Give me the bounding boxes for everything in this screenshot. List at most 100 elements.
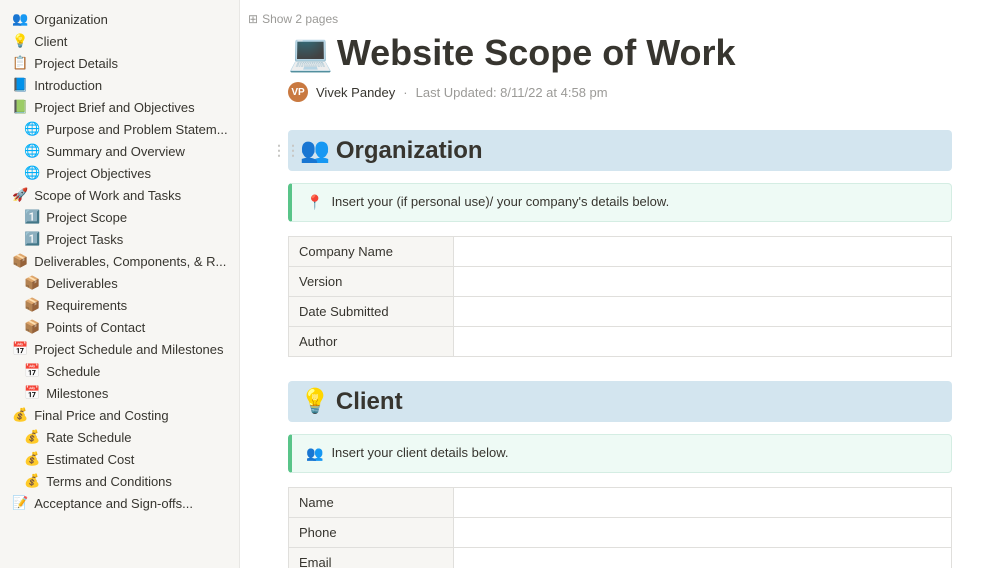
table-row: Author (289, 327, 952, 357)
sidebar-item-label: Project Scope (46, 210, 127, 225)
main-content: ⊞ Show 2 pages 💻 Website Scope of Work V… (240, 0, 1000, 568)
sidebar-item-label: Requirements (46, 298, 127, 313)
table-row: Phone (289, 518, 952, 548)
sidebar-item[interactable]: 📦Points of Contact (0, 316, 239, 338)
show-pages-label: Show 2 pages (262, 12, 338, 26)
sidebar-item[interactable]: 1️⃣ Project Tasks (0, 228, 239, 250)
drag-handle[interactable]: ⋮⋮ (272, 142, 300, 159)
sidebar-item[interactable]: 📦 Deliverables (0, 272, 239, 294)
sidebar-icon: 📦 (12, 253, 28, 269)
sidebar-item-label: Project Tasks (46, 232, 123, 247)
date-submitted-label: Date Submitted (289, 297, 454, 327)
sidebar-item[interactable]: 💡 Client (0, 30, 239, 52)
sidebar-item-label: Milestones (46, 386, 108, 401)
sidebar-item-label: Introduction (34, 78, 102, 93)
table-row: Date Submitted (289, 297, 952, 327)
meta-separator: · (403, 85, 407, 100)
sidebar-icon: 🚀 (12, 187, 28, 203)
sidebar-item-label: Deliverables, Components, & R... (34, 254, 226, 269)
sidebar-item-label: Project Details (34, 56, 118, 71)
client-callout-text: Insert your client details below. (331, 445, 508, 460)
sidebar-item[interactable]: 📅 Milestones (0, 382, 239, 404)
sidebar-icon: 📅 (24, 363, 40, 379)
sidebar-item-label: Estimated Cost (46, 452, 134, 467)
sidebar-icon: 📦 (24, 297, 40, 313)
sidebar-icon: 📅 (24, 385, 40, 401)
page-title-text: Website Scope of Work (337, 32, 736, 74)
sidebar: 👥 Organization 💡 Client 📋Project Details📘Int… (0, 0, 240, 568)
author-name[interactable]: Vivek Pandey (316, 85, 395, 100)
sidebar-item[interactable]: 📅 Project Schedule and Milestones (0, 338, 239, 360)
sidebar-item[interactable]: 📗Project Brief and Objectives (0, 96, 239, 118)
date-submitted-value[interactable] (454, 297, 952, 327)
sidebar-item[interactable]: 📦 Requirements (0, 294, 239, 316)
sidebar-item[interactable]: 🚀 Scope of Work and Tasks (0, 184, 239, 206)
avatar: VP (288, 82, 308, 102)
email-value[interactable] (454, 548, 952, 568)
table-row: Company Name (289, 237, 952, 267)
sidebar-item-label: Summary and Overview (46, 144, 185, 159)
organization-icon: 👥 (300, 136, 330, 165)
sidebar-icon: 💰 (24, 429, 40, 445)
sidebar-item[interactable]: 📋Project Details (0, 52, 239, 74)
organization-title: Organization (336, 137, 483, 165)
sidebar-icon: 📗 (12, 99, 28, 115)
sidebar-icon: 📅 (12, 341, 28, 357)
sidebar-item-label: Client (34, 34, 67, 49)
email-label: Email (289, 548, 454, 568)
client-title: Client (336, 388, 403, 416)
name-value[interactable] (454, 488, 952, 518)
sidebar-icon: 💡 (12, 33, 28, 49)
sidebar-icon: 💰 (24, 473, 40, 489)
sidebar-item-label: Final Price and Costing (34, 408, 168, 423)
sidebar-icon: 1️⃣ (24, 209, 40, 225)
phone-value[interactable] (454, 518, 952, 548)
sidebar-item-label: Scope of Work and Tasks (34, 188, 181, 203)
sidebar-item[interactable]: 📘Introduction (0, 74, 239, 96)
sidebar-icon: 👥 (12, 11, 28, 27)
name-label: Name (289, 488, 454, 518)
company-name-label: Company Name (289, 237, 454, 267)
sidebar-item[interactable]: 📝 Acceptance and Sign-offs... (0, 492, 239, 514)
sidebar-icon: 🌐 (24, 121, 40, 137)
version-value[interactable] (454, 267, 952, 297)
show-pages-bar[interactable]: ⊞ Show 2 pages (248, 12, 338, 26)
sidebar-icon: 📦 (24, 275, 40, 291)
sidebar-icon: 🌐 (24, 165, 40, 181)
sidebar-item-label: Purpose and Problem Statem... (46, 122, 227, 137)
sidebar-item[interactable]: 💰 Terms and Conditions (0, 470, 239, 492)
sidebar-item[interactable]: 📅 Schedule (0, 360, 239, 382)
author-value[interactable] (454, 327, 952, 357)
sidebar-item[interactable]: 💰Estimated Cost (0, 448, 239, 470)
sidebar-item[interactable]: 💰 Final Price and Costing (0, 404, 239, 426)
sidebar-icon: 1️⃣ (24, 231, 40, 247)
sidebar-item-label: Rate Schedule (46, 430, 131, 445)
sidebar-item[interactable]: 🌐Summary and Overview (0, 140, 239, 162)
table-row: Version (289, 267, 952, 297)
sidebar-item[interactable]: 1️⃣ Project Scope (0, 206, 239, 228)
sidebar-icon: 💰 (12, 407, 28, 423)
client-callout: 👥 Insert your client details below. (288, 434, 952, 473)
organization-section-header: ⋮⋮ 👥 Organization (288, 130, 952, 171)
sidebar-item-label: Project Objectives (46, 166, 151, 181)
company-name-value[interactable] (454, 237, 952, 267)
sidebar-item[interactable]: 🌐 Purpose and Problem Statem... (0, 118, 239, 140)
sidebar-item-label: Acceptance and Sign-offs... (34, 496, 193, 511)
meta-row: VP Vivek Pandey · Last Updated: 8/11/22 … (288, 82, 952, 102)
client-table: Name Phone Email Mailing Address (288, 487, 952, 568)
sidebar-item-label: Terms and Conditions (46, 474, 172, 489)
sidebar-item[interactable]: 🌐 Project Objectives (0, 162, 239, 184)
grid-icon: ⊞ (248, 12, 258, 26)
sidebar-item[interactable]: 📦 Deliverables, Components, & R... (0, 250, 239, 272)
sidebar-icon: 📝 (12, 495, 28, 511)
sidebar-item-label: Project Schedule and Milestones (34, 342, 223, 357)
sidebar-item[interactable]: 👥 Organization (0, 8, 239, 30)
phone-label: Phone (289, 518, 454, 548)
organization-callout: 📍 Insert your (if personal use)/ your co… (288, 183, 952, 222)
sidebar-item-label: Organization (34, 12, 108, 27)
sidebar-item-label: Deliverables (46, 276, 118, 291)
table-row: Name (289, 488, 952, 518)
sidebar-item-label: Schedule (46, 364, 100, 379)
client-icon: 💡 (300, 387, 330, 416)
sidebar-item[interactable]: 💰 Rate Schedule (0, 426, 239, 448)
